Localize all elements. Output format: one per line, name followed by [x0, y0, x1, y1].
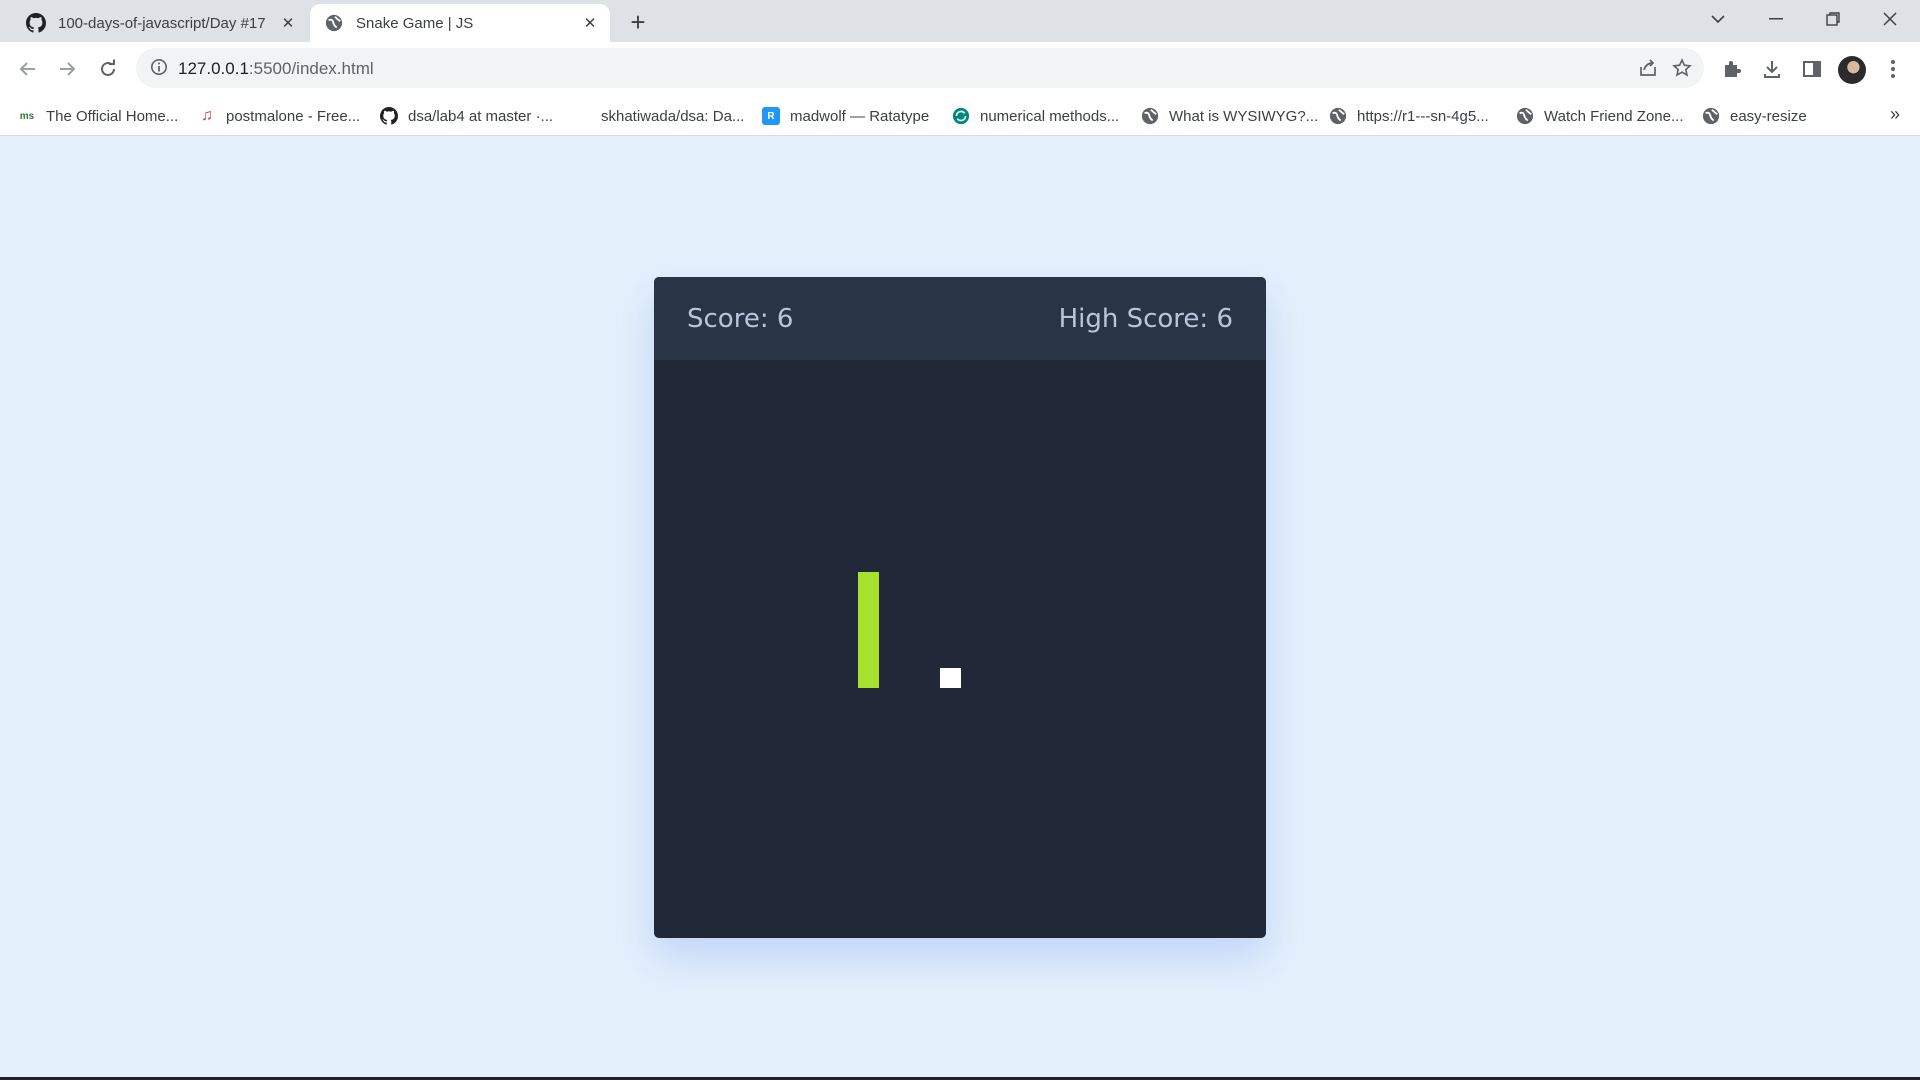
bookmarks-overflow-chevron-icon[interactable]: » [1890, 104, 1900, 125]
bookmark-item[interactable]: ♫ postmalone - Free... [198, 105, 360, 127]
bookmark-item[interactable]: ms The Official Home... [18, 105, 179, 127]
tab-search-chevron-icon[interactable] [1690, 0, 1746, 38]
snake-segment [858, 591, 879, 612]
bookmark-item[interactable]: numerical methods... [952, 105, 1119, 127]
bookmark-label: The Official Home... [46, 107, 179, 125]
music-note-icon: ♫ [201, 107, 213, 124]
restore-icon[interactable] [1805, 0, 1861, 38]
globe-icon [324, 13, 344, 33]
close-window-icon[interactable] [1862, 0, 1918, 38]
github-icon [26, 13, 46, 33]
bookmark-item[interactable]: What is WYSIWYG?... [1141, 105, 1318, 127]
bookmark-star-icon[interactable] [1670, 56, 1694, 80]
bookmark-label: Watch Friend Zone... [1544, 107, 1684, 125]
new-tab-button[interactable]: + [624, 7, 652, 37]
snake-segment [858, 649, 879, 669]
profile-avatar[interactable] [1838, 56, 1866, 84]
github-icon [380, 107, 398, 125]
url-text: 127.0.0.1:5500/index.html [178, 59, 374, 79]
tab-title: 100-days-of-javascript/Day #17 [58, 14, 266, 32]
minimize-icon[interactable] [1748, 0, 1804, 38]
forward-arrow-icon[interactable] [52, 54, 82, 84]
tab-close-icon[interactable]: ✕ [278, 13, 298, 33]
extensions-puzzle-icon[interactable] [1717, 54, 1747, 84]
tab-title: Snake Game | JS [356, 14, 474, 32]
reload-icon[interactable] [93, 54, 123, 84]
food [939, 668, 961, 689]
tab-strip: 100-days-of-javascript/Day #17 ✕ Snake G… [0, 0, 1920, 42]
address-bar[interactable]: 127.0.0.1:5500/index.html [136, 48, 1704, 88]
url-host: 127.0.0.1 [178, 59, 249, 78]
sync-icon [952, 107, 970, 125]
bookmark-label: madwolf — Ratatype [790, 107, 930, 125]
more-menu-icon[interactable] [1878, 54, 1908, 84]
score-text: Score: 6 [687, 303, 794, 334]
bookmark-item[interactable]: Watch Friend Zone... [1516, 105, 1684, 127]
bookmark-item[interactable]: dsa/lab4 at master ·... [380, 105, 553, 127]
share-icon[interactable] [1636, 56, 1660, 80]
bookmark-item[interactable]: https://r1---sn-4g5... [1329, 105, 1489, 127]
bookmark-label: skhatiwada/dsa: Da... [601, 107, 745, 125]
game-details: Score: 6 High Score: 6 [654, 277, 1266, 360]
play-board[interactable] [654, 360, 1266, 938]
bookmark-item[interactable]: R madwolf — Ratatype [762, 105, 929, 127]
snake-segment [858, 629, 879, 650]
high-score-text: High Score: 6 [1058, 303, 1233, 334]
info-icon[interactable] [150, 58, 170, 78]
url-path: :5500/index.html [248, 59, 374, 78]
bookmark-label: What is WYSIWYG?... [1169, 107, 1319, 125]
globe-icon [1141, 107, 1159, 125]
side-panel-icon[interactable] [1797, 54, 1827, 84]
bookmark-label: numerical methods... [980, 107, 1120, 125]
bookmarks-bar: ms The Official Home... ♫ postmalone - F… [0, 96, 1920, 136]
snake-game-wrapper: Score: 6 High Score: 6 [654, 277, 1266, 938]
snake-segment [858, 571, 879, 592]
download-icon[interactable] [1757, 54, 1787, 84]
bookmark-item[interactable]: easy-resize [1702, 105, 1807, 127]
bookmark-label: https://r1---sn-4g5... [1357, 107, 1489, 125]
bookmark-item[interactable]: skhatiwada/dsa: Da... [573, 105, 744, 127]
tab-snake-game[interactable]: Snake Game | JS ✕ [310, 4, 610, 42]
snake-segment [858, 668, 879, 689]
blank-icon [573, 107, 591, 125]
globe-icon [1702, 107, 1720, 125]
globe-icon [1516, 107, 1534, 125]
bookmark-label: postmalone - Free... [226, 107, 361, 125]
browser-toolbar: 127.0.0.1:5500/index.html [0, 42, 1920, 96]
ratatype-icon: R [762, 107, 780, 125]
tab-close-icon[interactable]: ✕ [580, 13, 600, 33]
site-icon: ms [19, 110, 35, 122]
back-arrow-icon[interactable] [13, 54, 43, 84]
tab-github[interactable]: 100-days-of-javascript/Day #17 ✕ [16, 4, 308, 42]
globe-icon [1329, 107, 1347, 125]
bookmark-label: dsa/lab4 at master ·... [408, 107, 554, 125]
snake-segment [858, 610, 879, 631]
bookmark-label: easy-resize [1730, 107, 1807, 125]
